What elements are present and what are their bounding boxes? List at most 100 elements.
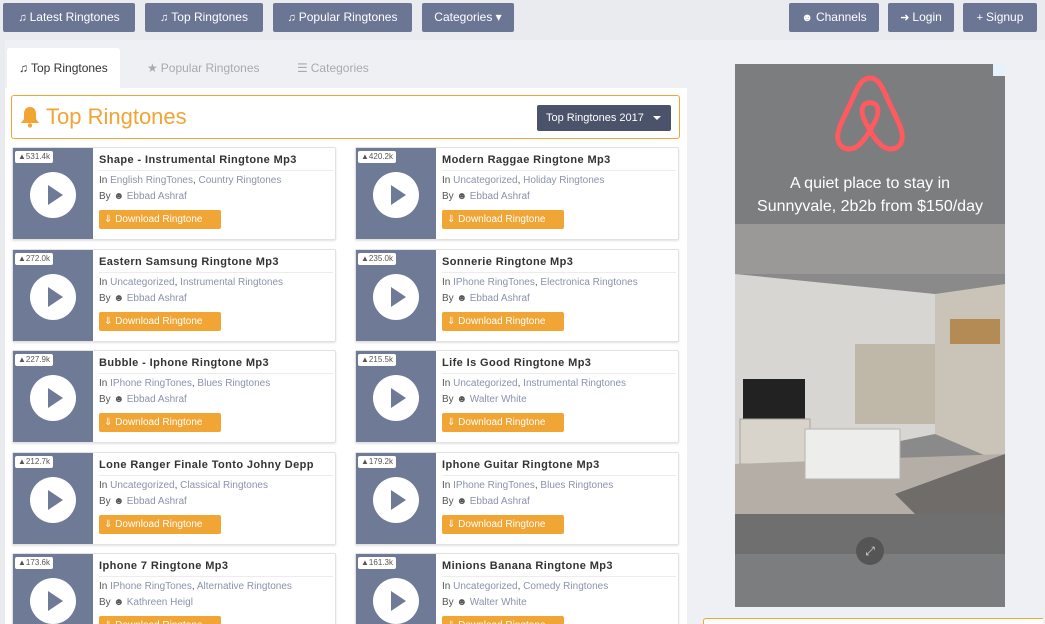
author-link[interactable]: Ebbad Ashraf [470,293,530,304]
category-link[interactable]: Comedy Ringtones [523,581,608,592]
play-icon[interactable] [373,578,419,624]
download-ringtone-button[interactable]: ⇓ Download Ringtone [442,210,564,229]
play-icon[interactable] [30,273,76,320]
download-icon: ⇓ [447,417,456,429]
download-ringtone-button[interactable]: ⇓ Download Ringtone [99,413,221,433]
ringtone-card[interactable]: ▲272.0k Eastern Samsung Ringtone Mp3 In Un… [12,248,336,342]
author-link[interactable]: Ebbad Ashraf [470,191,530,202]
user-icon: ☻ [456,191,467,202]
top-ringtones-button[interactable]: ♫ Top Ringtones [145,3,263,32]
ringtone-thumbnail[interactable]: ▲212.7k [13,452,93,544]
ringtone-card[interactable]: ▲420.2k Modern Raggae Ringtone Mp3 In Unca… [355,147,679,240]
category-link[interactable]: Uncategorized [453,175,517,186]
ringtone-card[interactable]: ▲531.4k Shape - Instrumental Ringtone Mp3… [12,147,336,240]
ringtone-title[interactable]: Shape - Instrumental Ringtone Mp3 [99,154,333,166]
channels-button[interactable]: ☻ Channels [789,3,879,32]
download-count: ▲179.2k [358,455,396,468]
author-link[interactable]: Ebbad Ashraf [127,496,187,507]
author-link[interactable]: Ebbad Ashraf [127,191,187,202]
author-link[interactable]: Kathreen Heigl [127,597,193,608]
star-icon: ★ [147,61,158,75]
ringtone-title[interactable]: Bubble - Iphone Ringtone Mp3 [99,357,333,369]
play-icon[interactable] [373,172,419,218]
download-ringtone-button[interactable]: ⇓ Download Ringtone [99,514,221,534]
author-link[interactable]: Walter White [470,394,527,405]
ringtone-card[interactable]: ▲227.9k Bubble - Iphone Ringtone Mp3 In IP… [12,350,336,444]
download-ringtone-button[interactable]: ⇓ Download Ringtone [99,210,221,229]
author-link[interactable]: Ebbad Ashraf [127,293,187,304]
expand-icon[interactable]: ⤢ [856,537,884,565]
ringtone-card[interactable]: ▲173.6k Iphone 7 Ringtone Mp3 In IPhone Ri… [12,553,336,624]
ringtone-title[interactable]: Lone Ranger Finale Tonto Johny Depp [99,459,333,471]
ringtone-title[interactable]: Sonnerie Ringtone Mp3 [442,256,676,268]
download-ringtone-button[interactable]: ⇓ Download Ringtone [442,311,564,331]
download-ringtone-button[interactable]: ⇓ Download Ringtone [442,413,564,433]
category-link[interactable]: Blues Ringtones [540,480,613,491]
tab-top-ringtones[interactable]: ♫ Top Ringtones [7,48,120,88]
play-icon[interactable] [373,476,419,523]
ringtone-thumbnail[interactable]: ▲215.5k [356,351,436,443]
ringtone-categories: In Uncategorized, Holiday Ringtones [442,175,605,186]
category-link[interactable]: IPhone RingTones [110,378,192,389]
author-link[interactable]: Ebbad Ashraf [470,496,530,507]
advertisement[interactable]: A quiet place to stay in Sunnyvale, 2b2b… [735,64,1005,607]
category-link[interactable]: Uncategorized [453,581,517,592]
author-link[interactable]: Walter White [470,597,527,608]
tab-categories[interactable]: ☰ Categories [285,48,381,88]
download-ringtone-button[interactable]: ⇓ Download Ringtone [442,514,564,534]
play-icon[interactable] [30,172,76,218]
category-link[interactable]: English RingTones [110,175,193,186]
signup-button[interactable]: + Signup [963,3,1037,32]
category-link[interactable]: IPhone RingTones [453,277,535,288]
ringtone-title[interactable]: Modern Raggae Ringtone Mp3 [442,154,676,166]
year-filter-dropdown[interactable]: Top Ringtones 2017 [537,105,671,131]
category-link[interactable]: Instrumental Ringtones [180,277,283,288]
latest-ringtones-button[interactable]: ♫ Latest Ringtones [3,3,135,32]
category-link[interactable]: Uncategorized [110,277,174,288]
category-link[interactable]: IPhone RingTones [453,480,535,491]
play-icon[interactable] [30,578,76,624]
tab-popular-ringtones[interactable]: ★ Popular Ringtones [135,48,272,88]
ringtone-thumbnail[interactable]: ▲173.6k [13,554,93,624]
category-link[interactable]: Holiday Ringtones [523,175,604,186]
download-ringtone-button[interactable]: ⇓ Download Ringtone [99,311,221,331]
ringtone-card[interactable]: ▲212.7k Lone Ranger Finale Tonto Johny De… [12,451,336,545]
popular-ringtones-button[interactable]: ♫ Popular Ringtones [273,3,412,32]
ringtone-thumbnail[interactable]: ▲179.2k [356,452,436,544]
play-icon[interactable] [373,273,419,320]
adchoices-icon[interactable] [993,64,1005,76]
ringtone-thumbnail[interactable]: ▲235.0k [356,249,436,341]
category-link[interactable]: Uncategorized [453,378,517,389]
ringtone-thumbnail[interactable]: ▲272.0k [13,249,93,341]
author-link[interactable]: Ebbad Ashraf [127,394,187,405]
ringtone-title[interactable]: Life Is Good Ringtone Mp3 [442,357,676,369]
category-link[interactable]: IPhone RingTones [110,581,192,592]
ringtone-title[interactable]: Iphone 7 Ringtone Mp3 [99,560,333,572]
categories-dropdown[interactable]: Categories ▾ [422,3,514,32]
ringtone-thumbnail[interactable]: ▲227.9k [13,351,93,443]
category-link[interactable]: Country Ringtones [199,175,282,186]
play-icon[interactable] [30,375,76,422]
play-icon[interactable] [373,375,419,422]
ringtone-card[interactable]: ▲235.0k Sonnerie Ringtone Mp3 In IPhone Ri… [355,248,679,342]
login-button[interactable]: ➜ Login [888,3,954,32]
category-link[interactable]: Alternative Ringtones [197,581,292,592]
divider [99,373,333,375]
ringtone-title[interactable]: Eastern Samsung Ringtone Mp3 [99,256,333,268]
download-ringtone-button[interactable]: ⇓ Download Ringtone [99,616,221,624]
category-link[interactable]: Electronica Ringtones [540,277,637,288]
ringtone-card[interactable]: ▲179.2k Iphone Guitar Ringtone Mp3 In IPho… [355,451,679,545]
category-link[interactable]: Uncategorized [110,480,174,491]
ringtone-thumbnail[interactable]: ▲161.3k [356,554,436,624]
ringtone-thumbnail[interactable]: ▲531.4k [13,148,93,239]
category-link[interactable]: Instrumental Ringtones [523,378,626,389]
category-link[interactable]: Blues Ringtones [197,378,270,389]
ringtone-title[interactable]: Iphone Guitar Ringtone Mp3 [442,459,676,471]
download-ringtone-button[interactable]: ⇓ Download Ringtone [442,616,564,624]
play-icon[interactable] [30,476,76,523]
ringtone-card[interactable]: ▲215.5k Life Is Good Ringtone Mp3 In Uncat… [355,350,679,444]
ringtone-title[interactable]: Minions Banana Ringtone Mp3 [442,560,676,572]
ringtone-card[interactable]: ▲161.3k Minions Banana Ringtone Mp3 In Unc… [355,553,679,624]
category-link[interactable]: Classical Ringtones [180,480,268,491]
ringtone-thumbnail[interactable]: ▲420.2k [356,148,436,239]
